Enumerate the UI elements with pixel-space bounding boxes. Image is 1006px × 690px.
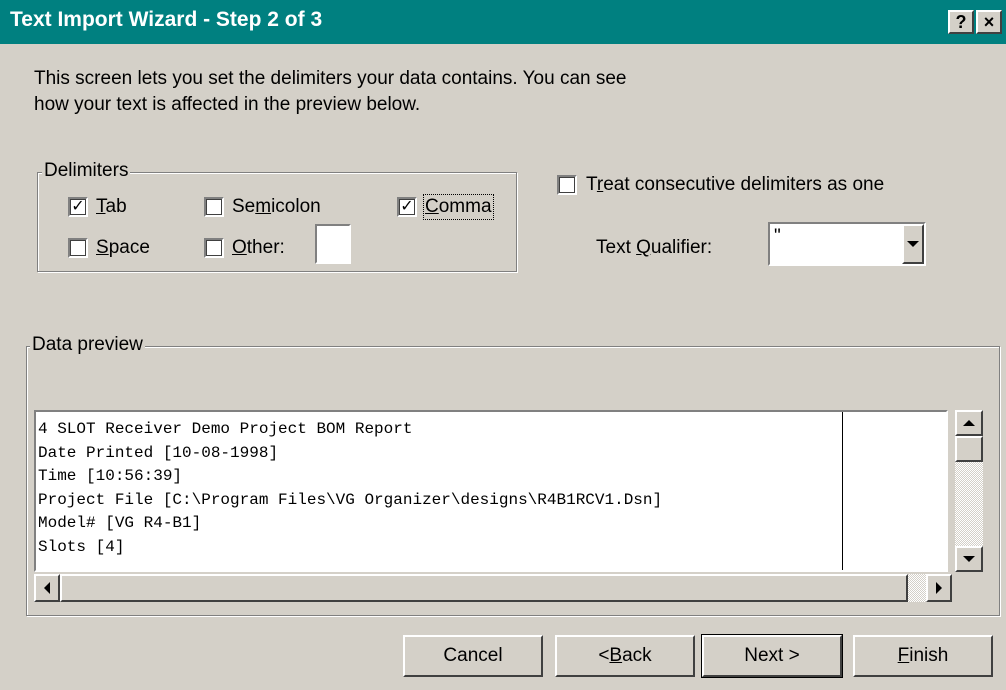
tab-checkbox[interactable]: ✓ (68, 197, 88, 217)
comma-checkbox[interactable]: ✓ (397, 197, 417, 217)
scroll-down-icon[interactable] (955, 546, 983, 572)
scroll-thumb-horizontal[interactable] (60, 574, 908, 602)
other-label[interactable]: Other: (232, 237, 285, 259)
semicolon-checkbox[interactable] (204, 197, 224, 217)
delimiters-legend: Delimiters (42, 160, 131, 182)
data-preview-legend: Data preview (30, 334, 145, 356)
finish-button[interactable]: Finish (853, 635, 993, 677)
preview-line: Model# [VG R4-B1] (38, 514, 202, 532)
other-input[interactable] (315, 224, 351, 264)
tab-label[interactable]: Tab (96, 196, 127, 218)
comma-label[interactable]: Comma (423, 194, 494, 220)
check-icon: ✓ (71, 198, 85, 215)
help-icon[interactable]: ? (948, 10, 974, 34)
check-icon: ✓ (400, 198, 414, 215)
text-qualifier-label: Text Qualifier: (596, 237, 713, 258)
preview-line: 4 SLOT Receiver Demo Project BOM Report (38, 420, 413, 438)
consecutive-checkbox[interactable] (557, 175, 577, 195)
consecutive-label[interactable]: Treat consecutive delimiters as one (586, 174, 884, 196)
window-title: Text Import Wizard - Step 2 of 3 (10, 8, 323, 31)
scroll-up-icon[interactable] (955, 410, 983, 436)
preview-line: Project File [C:\Program Files\VG Organi… (38, 490, 663, 509)
close-icon[interactable]: × (976, 10, 1002, 34)
cancel-button[interactable]: Cancel (403, 635, 543, 677)
intro-line-2: how your text is affected in the preview… (34, 94, 421, 115)
preview-lines: 4 SLOT Receiver Demo Project BOM Report … (38, 418, 662, 559)
scroll-left-icon[interactable] (34, 574, 60, 602)
text-qualifier-select[interactable]: " (768, 222, 926, 266)
next-button[interactable]: Next > (701, 634, 843, 678)
scroll-thumb-vertical[interactable] (955, 436, 983, 462)
back-button[interactable]: < Back (555, 635, 695, 677)
space-checkbox[interactable] (68, 238, 88, 258)
scroll-right-icon[interactable] (926, 574, 952, 602)
preview-line: Time [10:56:39] (38, 467, 183, 485)
dropdown-arrow-icon[interactable] (902, 224, 924, 264)
space-label[interactable]: Space (96, 237, 150, 259)
data-preview-pane[interactable]: 4 SLOT Receiver Demo Project BOM Report … (34, 410, 948, 572)
text-qualifier-value: " (774, 226, 781, 247)
preview-line: Date Printed [10-08-1998] (38, 443, 279, 462)
column-separator (842, 412, 843, 570)
intro-line-1: This screen lets you set the delimiters … (34, 68, 627, 89)
semicolon-label[interactable]: Semicolon (232, 196, 321, 218)
other-checkbox[interactable] (204, 238, 224, 258)
preview-line: Slots [4] (38, 537, 125, 556)
